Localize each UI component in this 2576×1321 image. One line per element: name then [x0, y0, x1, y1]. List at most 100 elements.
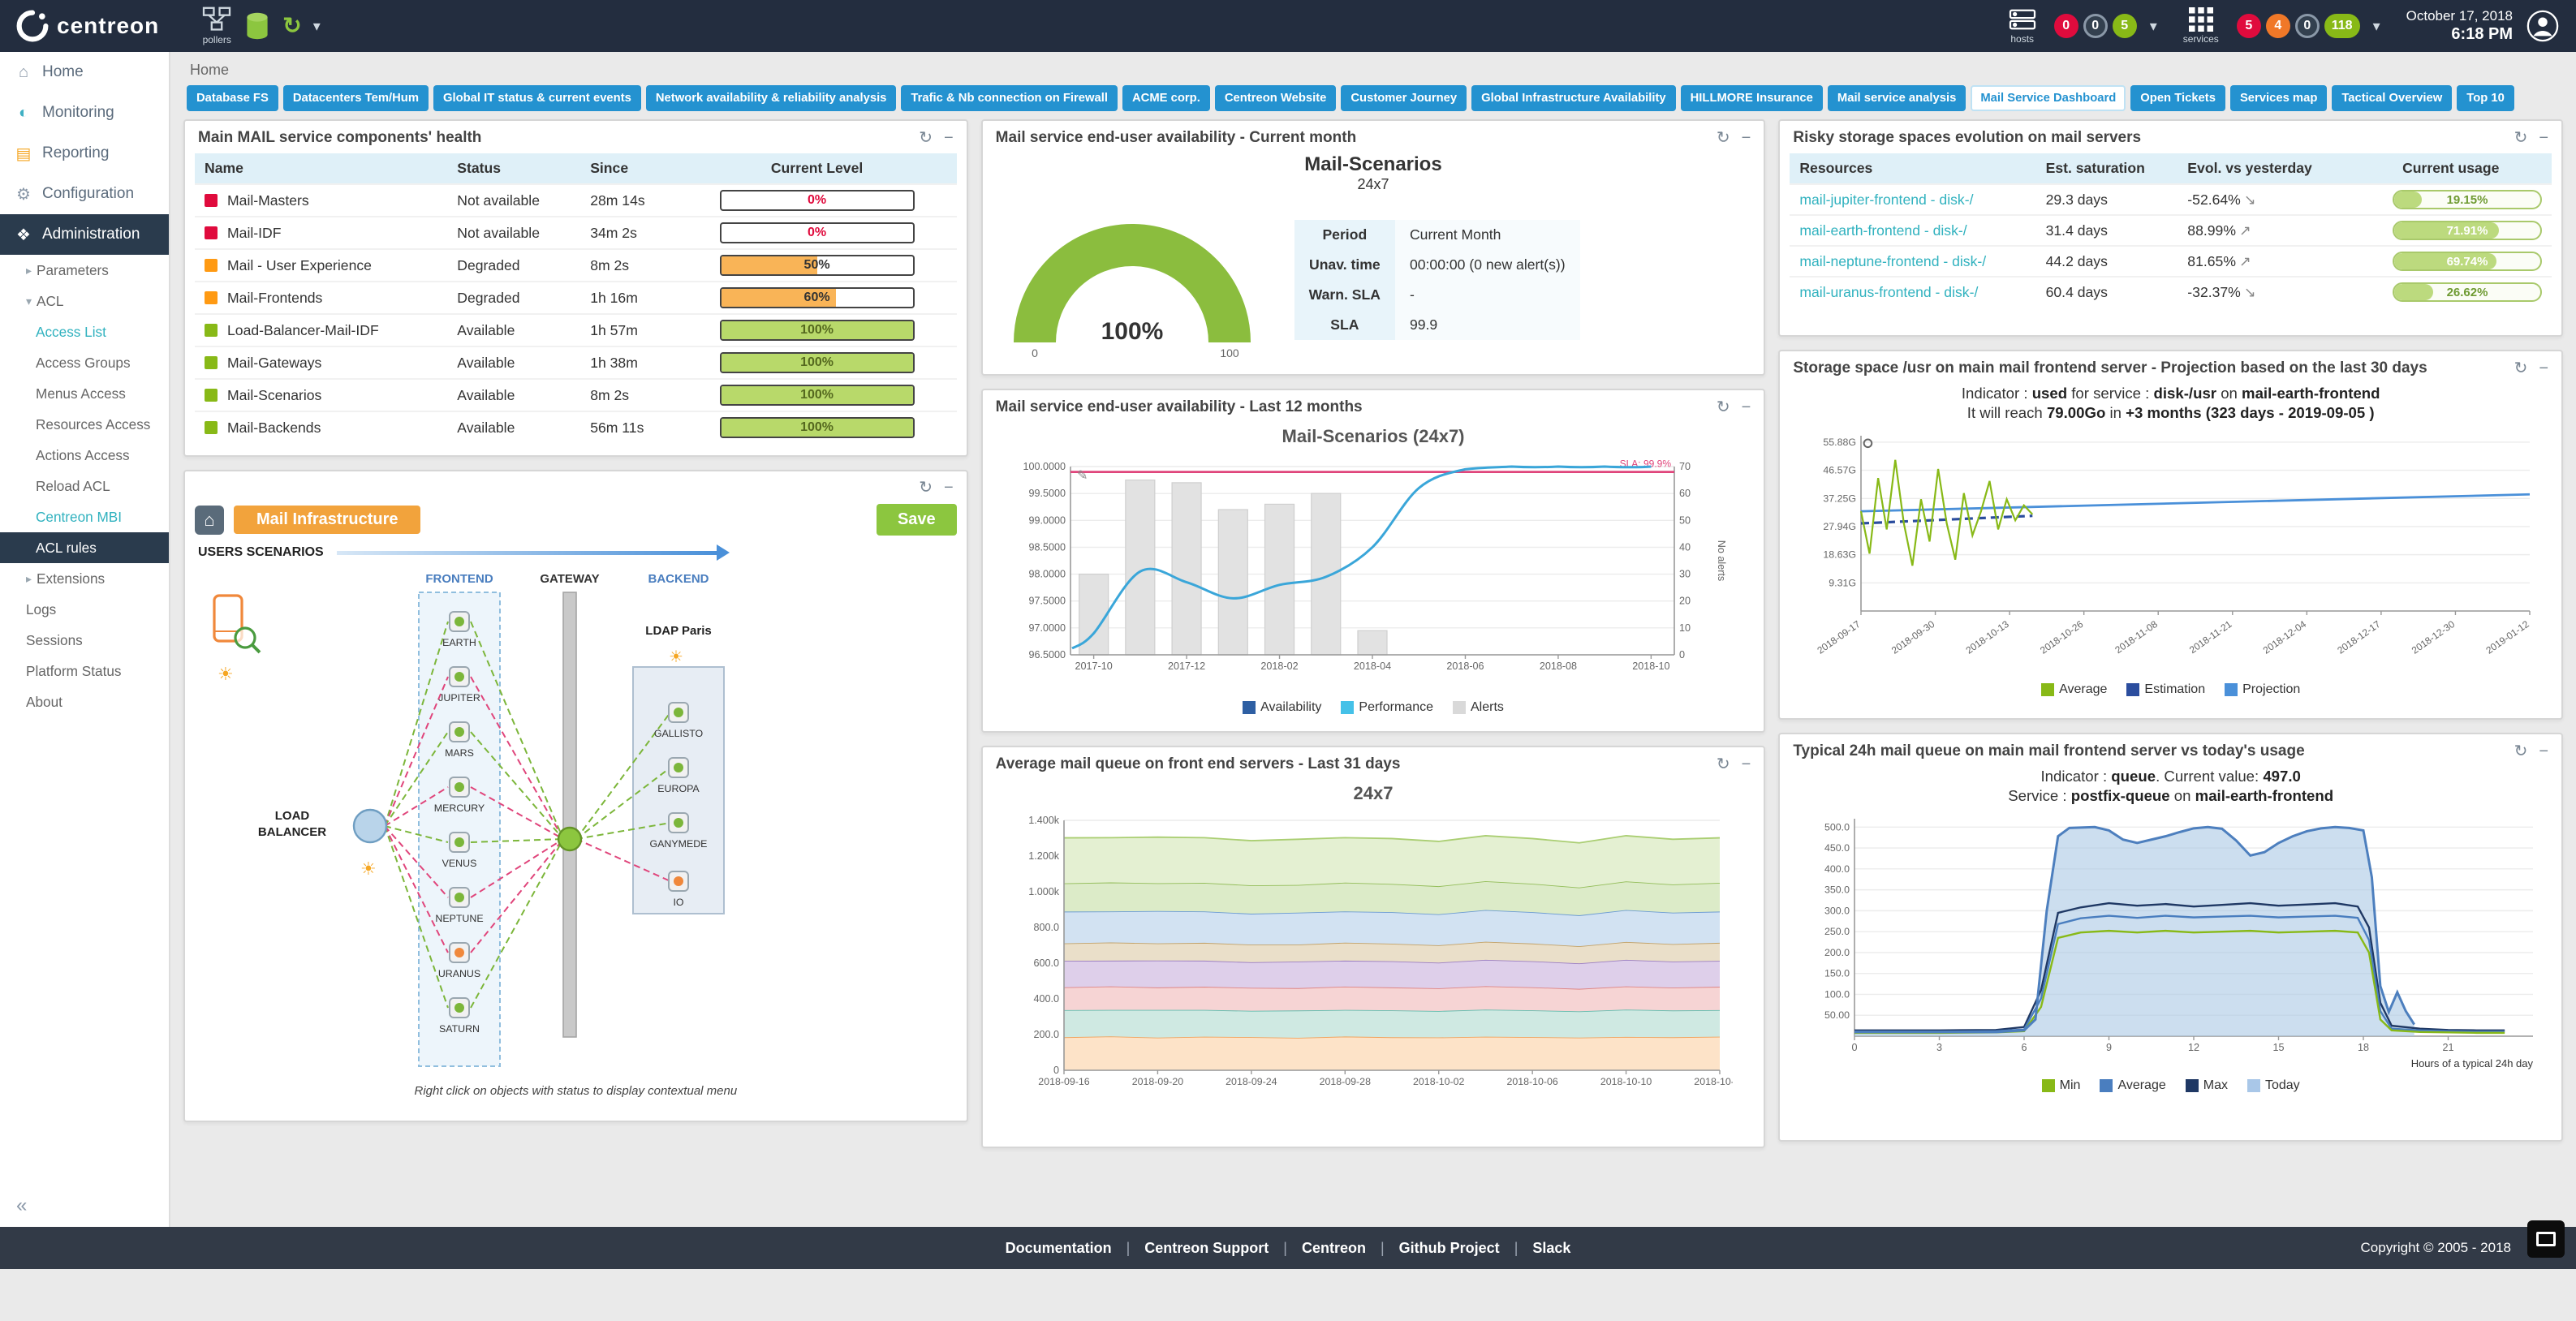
sidebar-item-actions-access[interactable]: Actions Access: [0, 440, 169, 471]
component-since: 28m 14s: [580, 184, 677, 217]
level-value: 100%: [722, 355, 913, 370]
services-badge-1[interactable]: 4: [2266, 14, 2290, 38]
sidebar-item-resources-access[interactable]: Resources Access: [0, 409, 169, 440]
database-icon[interactable]: [243, 11, 271, 41]
sidebar-collapse-button[interactable]: «: [16, 1194, 27, 1217]
minimize-icon[interactable]: −: [944, 480, 954, 496]
svg-text:60: 60: [1679, 488, 1691, 499]
svg-text:2018-09-30: 2018-09-30: [1889, 618, 1937, 656]
health-row-mail-user-experience[interactable]: Mail - User ExperienceDegraded8m 2s50%: [195, 249, 957, 282]
footer-link-github-project[interactable]: Github Project: [1399, 1240, 1500, 1257]
restart-icon[interactable]: ↻: [282, 15, 301, 37]
tab-customer-journey[interactable]: Customer Journey: [1341, 85, 1467, 111]
health-row-mail-scenarios[interactable]: Mail-ScenariosAvailable8m 2s100%: [195, 379, 957, 411]
centreon-logo[interactable]: centreon: [16, 10, 159, 42]
tab-global-it-status-current-events[interactable]: Global IT status & current events: [433, 85, 641, 111]
tab-mail-service-analysis[interactable]: Mail service analysis: [1828, 85, 1966, 111]
sidebar-item-sessions[interactable]: Sessions: [0, 625, 169, 656]
health-row-mail-idf[interactable]: Mail-IDFNot available34m 2s0%: [195, 217, 957, 249]
tab-database-fs[interactable]: Database FS: [187, 85, 278, 111]
legend-item-average: Average: [2100, 1078, 2165, 1093]
infrastructure-diagram[interactable]: ☀FRONTENDGATEWAYBACKENDLOADBALANCERLDAP …: [185, 563, 967, 1084]
sidebar-item-reporting[interactable]: ▤Reporting: [0, 133, 169, 174]
health-row-mail-gateways[interactable]: Mail-GatewaysAvailable1h 38m100%: [195, 346, 957, 379]
tab-hillmore-insurance[interactable]: HILLMORE Insurance: [1681, 85, 1823, 111]
sidebar-item-parameters[interactable]: ▸Parameters: [0, 255, 169, 286]
minimize-icon[interactable]: −: [1742, 756, 1751, 772]
tab-centreon-website[interactable]: Centreon Website: [1215, 85, 1337, 111]
resource-link[interactable]: mail-neptune-frontend - disk-/: [1790, 246, 2035, 277]
save-button[interactable]: Save: [877, 504, 957, 536]
footer-link-centreon[interactable]: Centreon: [1302, 1240, 1366, 1257]
sidebar-item-home[interactable]: ⌂Home: [0, 52, 169, 93]
refresh-icon[interactable]: ↻: [2514, 130, 2528, 146]
refresh-icon[interactable]: ↻: [2514, 743, 2528, 759]
sidebar-item-acl[interactable]: ▾ACL: [0, 286, 169, 316]
chevron-down-icon[interactable]: ▾: [2373, 18, 2380, 35]
resource-link[interactable]: mail-jupiter-frontend - disk-/: [1790, 184, 2035, 215]
sidebar-item-access-groups[interactable]: Access Groups: [0, 347, 169, 378]
footer-link-centreon-support[interactable]: Centreon Support: [1144, 1240, 1269, 1257]
refresh-icon[interactable]: ↻: [1717, 756, 1730, 772]
health-row-mail-backends[interactable]: Mail-BackendsAvailable56m 11s100%: [195, 411, 957, 443]
sidebar-item-access-list[interactable]: Access List: [0, 316, 169, 347]
minimize-icon[interactable]: −: [944, 130, 954, 146]
resource-link[interactable]: mail-earth-frontend - disk-/: [1790, 215, 2035, 246]
services-badge-2[interactable]: 0: [2295, 14, 2320, 38]
sidebar-item-about[interactable]: About: [0, 686, 169, 717]
minimize-icon[interactable]: −: [1742, 399, 1751, 415]
tab-trafic-nb-connection-on-firewall[interactable]: Trafic & Nb connection on Firewall: [901, 85, 1118, 111]
services-menu[interactable]: services: [2183, 7, 2219, 45]
services-badge-3[interactable]: 118: [2324, 14, 2360, 38]
sidebar-item-acl-rules[interactable]: ACL rules: [0, 532, 169, 563]
minimize-icon[interactable]: −: [1742, 130, 1751, 146]
tab-mail-service-dashboard[interactable]: Mail Service Dashboard: [1971, 85, 2126, 111]
tab-services-map[interactable]: Services map: [2230, 85, 2327, 111]
sidebar-item-platform-status[interactable]: Platform Status: [0, 656, 169, 686]
hosts-badge-1[interactable]: 0: [2083, 14, 2108, 38]
sidebar-item-configuration[interactable]: ⚙Configuration: [0, 174, 169, 214]
refresh-icon[interactable]: ↻: [2514, 360, 2528, 377]
resource-link[interactable]: mail-uranus-frontend - disk-/: [1790, 277, 2035, 307]
services-badge-0[interactable]: 5: [2237, 14, 2261, 38]
refresh-icon[interactable]: ↻: [1717, 399, 1730, 415]
sidebar-item-menus-access[interactable]: Menus Access: [0, 378, 169, 409]
minimize-icon[interactable]: −: [2539, 360, 2548, 377]
pollers-menu[interactable]: pollers: [201, 6, 232, 45]
sidebar-item-extensions[interactable]: ▸Extensions: [0, 563, 169, 594]
sidebar-item-administration[interactable]: ❖Administration: [0, 214, 169, 255]
chevron-down-icon[interactable]: ▾: [2150, 18, 2157, 35]
health-row-mail-masters[interactable]: Mail-MastersNot available28m 14s0%: [195, 184, 957, 217]
sidebar-item-reload-acl[interactable]: Reload ACL: [0, 471, 169, 501]
tab-tactical-overview[interactable]: Tactical Overview: [2332, 85, 2452, 111]
svg-text:2018-12-30: 2018-12-30: [2410, 618, 2458, 656]
hosts-badge-0[interactable]: 0: [2054, 14, 2078, 38]
sidebar-item-logs[interactable]: Logs: [0, 594, 169, 625]
sidebar-item-centreon-mbi[interactable]: Centreon MBI: [0, 501, 169, 532]
tab-top-10[interactable]: Top 10: [2457, 85, 2514, 111]
tab-acme-corp[interactable]: ACME corp.: [1122, 85, 1210, 111]
chevron-down-icon[interactable]: ▾: [313, 18, 321, 35]
refresh-icon[interactable]: ↻: [1717, 130, 1730, 146]
svg-text:2018-12-04: 2018-12-04: [2261, 618, 2309, 656]
hosts-badge-2[interactable]: 5: [2113, 14, 2137, 38]
usage-bar: 69.74%: [2393, 252, 2542, 271]
tab-open-tickets[interactable]: Open Tickets: [2130, 85, 2225, 111]
hosts-menu[interactable]: hosts: [2009, 7, 2036, 45]
breadcrumb[interactable]: Home: [183, 52, 235, 85]
minimize-icon[interactable]: −: [2539, 130, 2548, 146]
user-profile-icon[interactable]: [2526, 9, 2560, 43]
refresh-icon[interactable]: ↻: [919, 130, 933, 146]
footer-link-slack[interactable]: Slack: [1532, 1240, 1570, 1257]
tab-network-availability-reliability-analysis[interactable]: Network availability & reliability analy…: [646, 85, 897, 111]
sidebar-item-monitoring[interactable]: ◐Monitoring: [0, 93, 169, 133]
health-row-mail-frontends[interactable]: Mail-FrontendsDegraded1h 16m60%: [195, 282, 957, 314]
footer-link-documentation[interactable]: Documentation: [1006, 1240, 1112, 1257]
tab-global-infrastructure-availability[interactable]: Global Infrastructure Availability: [1471, 85, 1676, 111]
infrastructure-chip[interactable]: Mail Infrastructure: [234, 506, 420, 534]
tab-datacenters-tem-hum[interactable]: Datacenters Tem/Hum: [283, 85, 429, 111]
minimize-icon[interactable]: −: [2539, 743, 2548, 759]
health-row-load-balancer-mail-idf[interactable]: Load-Balancer-Mail-IDFAvailable1h 57m100…: [195, 314, 957, 346]
fullscreen-button[interactable]: [2527, 1220, 2565, 1258]
refresh-icon[interactable]: ↻: [919, 480, 933, 496]
